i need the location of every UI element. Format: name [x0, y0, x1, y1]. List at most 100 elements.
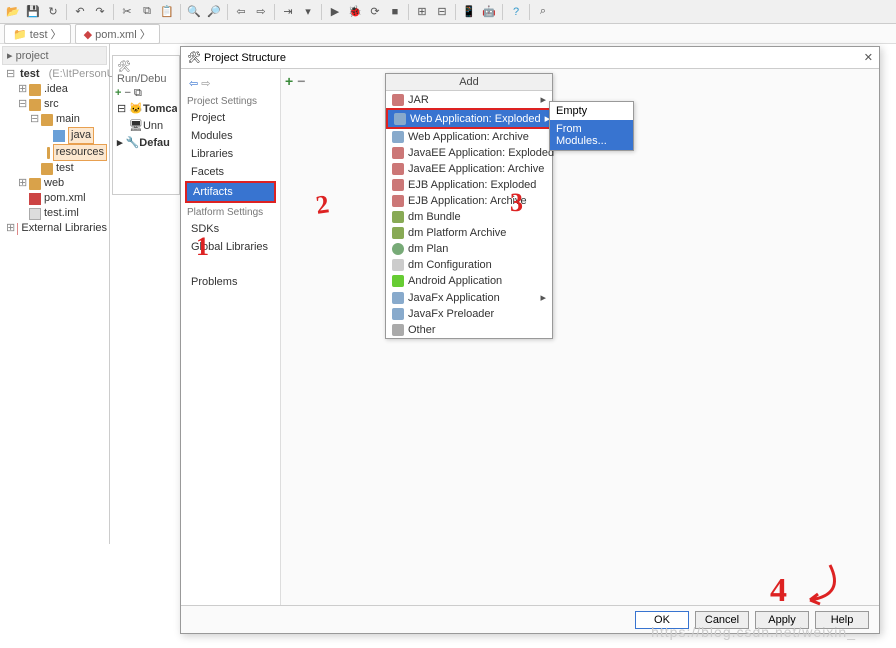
project-structure-dialog: 🛠 Project Structure ✕ ⇦ ⇨ Project Settin… — [180, 46, 880, 634]
jar-icon — [392, 94, 404, 106]
project-panel: ▸ project ⊟test (E:\ItPersonU ⊞.idea ⊟sr… — [0, 44, 110, 544]
menu-item-dm-platform[interactable]: dm Platform Archive — [386, 225, 552, 241]
project-panel-header[interactable]: ▸ project — [2, 46, 107, 65]
menu-item-dm-bundle[interactable]: dm Bundle — [386, 209, 552, 225]
replace-icon[interactable]: 🔎 — [205, 3, 223, 21]
copy-icon[interactable]: ⧉ — [134, 87, 142, 99]
run-config-panel: 🛠 Run/Debu + − ⧉ ⊟ 🐱Tomca 🖥Unn ▸ 🔧Defau — [112, 55, 180, 195]
find-icon[interactable]: 🔍 — [185, 3, 203, 21]
breadcrumb-root[interactable]: 📁 test 〉 — [4, 24, 71, 44]
search-everywhere-icon[interactable]: ⌕ — [534, 3, 552, 21]
emulator-icon[interactable]: 📱 — [460, 3, 478, 21]
menu-item-ejb-archive[interactable]: EJB Application: Archive — [386, 193, 552, 209]
redo-icon[interactable]: ↷ — [91, 3, 109, 21]
cut-icon[interactable]: ✂ — [118, 3, 136, 21]
tree-item[interactable]: ⊟src — [2, 97, 107, 112]
dm-icon — [392, 211, 404, 223]
menu-item-javaee-exploded[interactable]: JavaEE Application: Exploded — [386, 145, 552, 161]
ejb-icon — [392, 195, 404, 207]
tree-item[interactable]: ⊞web — [2, 176, 107, 191]
add-icon[interactable]: + — [115, 87, 121, 99]
run-config-title: 🛠 Run/Debu — [115, 58, 177, 87]
nav-project[interactable]: Project — [185, 109, 276, 127]
submenu-empty[interactable]: Empty — [550, 102, 633, 120]
nav-facets[interactable]: Facets — [185, 163, 276, 181]
tomcat-icon: 🐱 — [129, 103, 143, 115]
folder-icon: 📁 — [13, 29, 27, 41]
nav-sdks[interactable]: SDKs — [185, 220, 276, 238]
menu-item-other[interactable]: Other — [386, 322, 552, 338]
nav-problems[interactable]: Problems — [185, 273, 276, 291]
vcs-icon[interactable]: ⊟ — [433, 3, 451, 21]
menu-item-web-exploded[interactable]: Web Application: Exploded▸ — [386, 108, 552, 129]
back-icon[interactable]: ⇦ — [232, 3, 250, 21]
sync-icon[interactable]: ⟳ — [366, 3, 384, 21]
refresh-icon[interactable]: ↻ — [44, 3, 62, 21]
debug-icon[interactable]: 🐞 — [346, 3, 364, 21]
wrench-icon: 🔧 — [126, 137, 140, 149]
stop-icon[interactable]: ■ — [386, 3, 404, 21]
add-menu-title: Add — [386, 74, 552, 91]
menu-item-ejb-exploded[interactable]: EJB Application: Exploded — [386, 177, 552, 193]
web-icon — [392, 131, 404, 143]
chevron-right-icon: ▸ — [540, 93, 546, 106]
menu-item-dm-plan[interactable]: dm Plan — [386, 241, 552, 257]
nav-libraries[interactable]: Libraries — [185, 145, 276, 163]
dialog-main: + − Add JAR▸ Web Application: Exploded▸ … — [281, 69, 879, 605]
step-icon[interactable]: ⇥ — [279, 3, 297, 21]
android-icon — [392, 275, 404, 287]
menu-item-web-archive[interactable]: Web Application: Archive — [386, 129, 552, 145]
tree-item[interactable]: pom.xml — [2, 191, 107, 206]
javafx-icon — [392, 292, 404, 304]
run-icon[interactable]: ▶ — [326, 3, 344, 21]
nav-modules[interactable]: Modules — [185, 127, 276, 145]
save-icon[interactable]: 💾 — [24, 3, 42, 21]
nav-header: Platform Settings — [185, 203, 276, 220]
undo-icon[interactable]: ↶ — [71, 3, 89, 21]
help-icon[interactable]: ? — [507, 3, 525, 21]
android-icon[interactable]: 🤖 — [480, 3, 498, 21]
watermark: https://blog.csdn.net/weixin_ — [651, 624, 856, 640]
breadcrumb-bar: 📁 test 〉 ◆ pom.xml 〉 — [0, 24, 896, 44]
forward-icon[interactable]: ⇨ — [252, 3, 270, 21]
add-artifact-icon[interactable]: + — [285, 73, 293, 89]
main-toolbar: 📂 💾 ↻ ↶ ↷ ✂ ⧉ 📋 🔍 🔎 ⇦ ⇨ ⇥ ▾ ▶ 🐞 ⟳ ■ ⊞ ⊟ … — [0, 0, 896, 24]
menu-item-javafx-preloader[interactable]: JavaFx Preloader — [386, 306, 552, 322]
nav-global-libs[interactable]: Global Libraries — [185, 238, 276, 256]
tree-item[interactable]: resources — [2, 144, 107, 161]
run-config-icon[interactable]: ▾ — [299, 3, 317, 21]
tree-item[interactable]: ⊞.idea — [2, 82, 107, 97]
tree-item[interactable]: java — [2, 127, 107, 144]
open-icon[interactable]: 📂 — [4, 3, 22, 21]
run-config-item[interactable]: 🖥Unn — [115, 117, 177, 134]
menu-item-jar[interactable]: JAR▸ — [386, 91, 552, 108]
run-config-item[interactable]: ⊟ 🐱Tomca — [115, 100, 177, 117]
tree-item[interactable]: test — [2, 161, 107, 176]
menu-item-javaee-archive[interactable]: JavaEE Application: Archive — [386, 161, 552, 177]
copy-icon[interactable]: ⧉ — [138, 3, 156, 21]
tree-item[interactable]: test.iml — [2, 206, 107, 221]
remove-artifact-icon[interactable]: − — [297, 73, 305, 89]
menu-item-dm-config[interactable]: dm Configuration — [386, 257, 552, 273]
dm-plan-icon — [392, 243, 404, 255]
menu-item-javafx-app[interactable]: JavaFx Application▸ — [386, 289, 552, 306]
web-icon — [394, 113, 406, 125]
tree-external-libs[interactable]: ⊞External Libraries — [2, 221, 107, 236]
back-icon[interactable]: ⇦ — [189, 78, 198, 90]
breadcrumb-file[interactable]: ◆ pom.xml 〉 — [75, 24, 160, 44]
run-config-defaults[interactable]: ▸ 🔧Defau — [115, 134, 177, 151]
menu-item-android[interactable]: Android Application — [386, 273, 552, 289]
xml-icon: ◆ — [84, 29, 92, 41]
tree-item[interactable]: ⊟main — [2, 112, 107, 127]
close-icon[interactable]: ✕ — [864, 51, 873, 64]
ejb-icon — [392, 179, 404, 191]
nav-artifacts[interactable]: Artifacts — [185, 181, 276, 203]
dm-icon — [392, 227, 404, 239]
tree-root[interactable]: ⊟test (E:\ItPersonU — [2, 67, 107, 82]
submenu-from-modules[interactable]: From Modules... — [550, 120, 633, 150]
structure-icon[interactable]: ⊞ — [413, 3, 431, 21]
intellij-icon: 🛠 — [187, 52, 201, 64]
paste-icon[interactable]: 📋 — [158, 3, 176, 21]
forward-icon[interactable]: ⇨ — [201, 78, 210, 90]
remove-icon[interactable]: − — [125, 87, 131, 99]
